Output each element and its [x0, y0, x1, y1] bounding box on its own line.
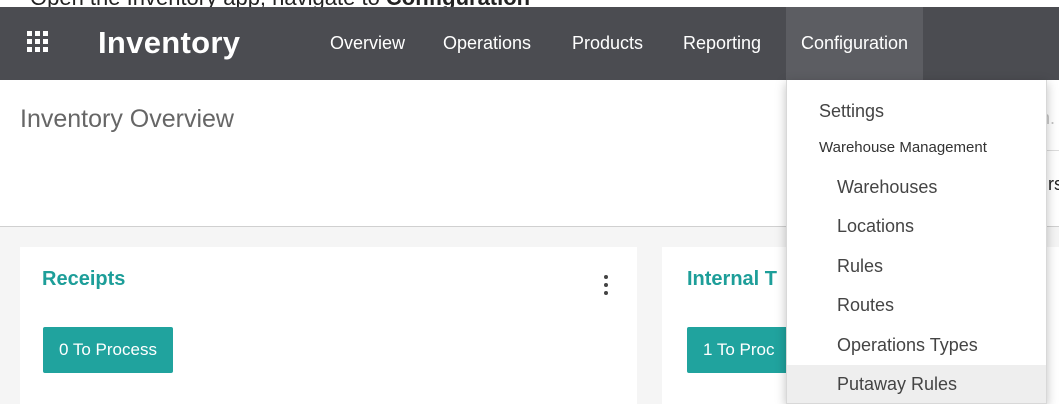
apps-grid-icon[interactable] [27, 31, 48, 52]
menu-item-putaway-rules[interactable]: Putaway Rules [787, 365, 1046, 403]
internal-to-process-button[interactable]: 1 To Proc [687, 327, 791, 373]
menu-item-routes[interactable]: Routes [787, 286, 1046, 324]
card-options-icon[interactable] [603, 275, 609, 295]
menu-section-warehouse-management: Warehouse Management [819, 139, 987, 156]
cropped-caption-bold: Configuration [386, 0, 530, 7]
app-brand[interactable]: Inventory [98, 25, 240, 61]
menu-item-rules[interactable]: Rules [787, 247, 1046, 285]
internal-card-title[interactable]: Internal T [687, 268, 777, 291]
top-navbar: Inventory Overview Operations Products R… [0, 7, 1059, 80]
nav-overview[interactable]: Overview [330, 7, 405, 80]
cropped-caption-text: Open the Inventory app, navigate to Conf… [30, 0, 530, 7]
receipts-card: Receipts 0 To Process [20, 247, 637, 404]
configuration-dropdown: Settings Warehouse Management Warehouses… [786, 80, 1047, 404]
nav-configuration[interactable]: Configuration [786, 7, 924, 80]
nav-operations[interactable]: Operations [443, 7, 531, 80]
cropped-caption: Open the Inventory app, navigate to Conf… [0, 0, 1059, 7]
page-title: Inventory Overview [20, 105, 234, 133]
receipts-to-process-button[interactable]: 0 To Process [43, 327, 173, 373]
clipped-control[interactable]: rs [1048, 174, 1059, 195]
nav-reporting[interactable]: Reporting [683, 7, 761, 80]
menu-item-warehouses[interactable]: Warehouses [787, 168, 1046, 206]
menu-item-operations-types[interactable]: Operations Types [787, 326, 1046, 364]
nav-products[interactable]: Products [572, 7, 643, 80]
receipts-card-title[interactable]: Receipts [42, 268, 125, 291]
menu-item-settings[interactable]: Settings [787, 92, 1046, 130]
menu-item-locations[interactable]: Locations [787, 207, 1046, 245]
